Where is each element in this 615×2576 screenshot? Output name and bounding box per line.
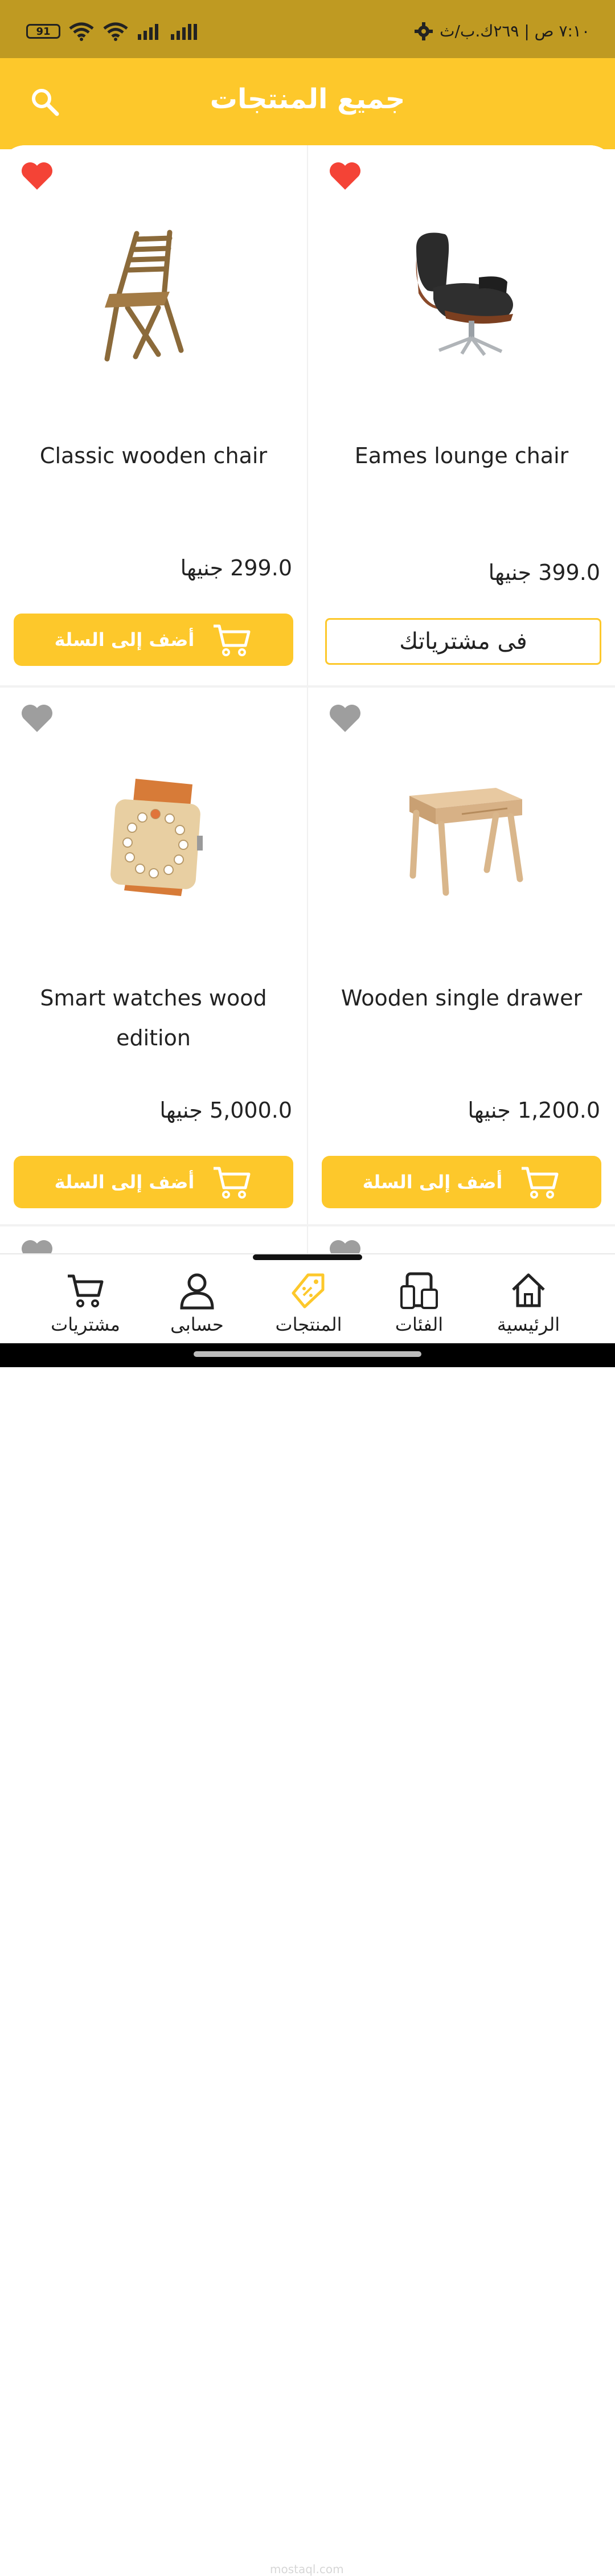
- nav-label: حسابى: [170, 1314, 224, 1335]
- nav-item-purchases[interactable]: مشتريات: [34, 1270, 137, 1335]
- status-icons: 91: [26, 22, 198, 41]
- add-to-cart-button[interactable]: أضف إلى السلة: [14, 614, 293, 666]
- product-name: Smart watches wood edition: [40, 986, 267, 1050]
- bottom-nav: الرئيسية الفئات المنتجات حسابى مشتريات m…: [0, 1253, 615, 2576]
- status-bar: 91 ٧:١٠ ص | ٢٦٩ك.ب/ث: [0, 0, 615, 58]
- nav-item-home[interactable]: الرئيسية: [477, 1270, 580, 1335]
- search-icon: [32, 89, 59, 116]
- tag-icon: [292, 1273, 325, 1309]
- heart-icon[interactable]: [20, 704, 54, 733]
- wood-watch-icon: [110, 779, 203, 896]
- heart-icon[interactable]: [329, 704, 362, 733]
- product-card[interactable]: Smart watches wood edition 5,000.0 جنيها…: [0, 688, 307, 1223]
- gesture-indicator: [253, 1254, 362, 1260]
- product-image[interactable]: [376, 208, 547, 379]
- heart-icon[interactable]: [20, 161, 54, 191]
- signal-icon: [138, 24, 158, 40]
- system-nav-bar: [0, 1343, 615, 1367]
- product-price: 299.0 جنيها: [180, 555, 292, 580]
- add-to-cart-label: أضف إلى السلة: [362, 1171, 503, 1193]
- signal-icon: [171, 24, 197, 40]
- product-card[interactable]: Wooden single drawer 1,200.0 جنيها أضف إ…: [308, 688, 615, 1223]
- cart-icon: [214, 1167, 251, 1199]
- cart-icon: [68, 1274, 104, 1307]
- home-icon: [512, 1273, 545, 1307]
- product-name: Classic wooden chair: [39, 443, 268, 468]
- nav-item-account[interactable]: حسابى: [146, 1270, 248, 1335]
- product-image[interactable]: [376, 750, 547, 921]
- product-name: Wooden single drawer: [341, 986, 583, 1011]
- nav-item-products[interactable]: المنتجات: [257, 1270, 360, 1335]
- in-purchases-button[interactable]: فى مشترياتك: [325, 618, 601, 665]
- battery-icon: 91: [26, 24, 60, 39]
- heart-icon[interactable]: [329, 161, 362, 191]
- nav-label: المنتجات: [275, 1314, 342, 1335]
- devices-icon: [400, 1272, 438, 1309]
- nav-label: الفئات: [395, 1314, 444, 1335]
- product-image[interactable]: [67, 750, 238, 921]
- status-time: ٧:١٠ ص | ٢٦٩ك.ب/ث: [440, 22, 590, 40]
- wooden-table-icon: [409, 788, 523, 896]
- nav-label: مشتريات: [51, 1314, 120, 1335]
- product-price: 1,200.0 جنيها: [468, 1098, 600, 1123]
- cart-icon: [214, 624, 251, 656]
- watermark: mostaql.com: [270, 2562, 344, 2576]
- product-image[interactable]: [67, 208, 238, 379]
- battery-level: 91: [36, 25, 51, 38]
- add-to-cart-label: أضف إلى السلة: [54, 1171, 195, 1193]
- lounge-chair-icon: [416, 232, 513, 356]
- product-card[interactable]: Classic wooden chair 299.0 جنيها أضف إلى…: [0, 145, 307, 684]
- user-icon: [180, 1273, 214, 1310]
- wifi-icon: [103, 22, 128, 41]
- row-divider: [0, 1224, 615, 1226]
- add-to-cart-button[interactable]: أضف إلى السلة: [14, 1156, 293, 1208]
- nav-label: الرئيسية: [497, 1314, 560, 1335]
- heart-icon[interactable]: [329, 1239, 362, 1253]
- add-to-cart-button[interactable]: أضف إلى السلة: [322, 1156, 601, 1208]
- home-gesture-pill[interactable]: [194, 1351, 421, 1357]
- product-list[interactable]: Eames lounge chair 399.0 جنيها فى مشتريا…: [0, 145, 615, 1253]
- heart-icon[interactable]: [20, 1239, 54, 1253]
- wifi-icon: [69, 22, 94, 41]
- status-info: ٧:١٠ ص | ٢٦٩ك.ب/ث: [415, 22, 590, 40]
- search-button[interactable]: [25, 82, 65, 122]
- page-title: جميع المنتجات: [210, 83, 405, 115]
- product-card[interactable]: Eames lounge chair 399.0 جنيها فى مشتريا…: [308, 145, 615, 684]
- cart-icon: [522, 1167, 559, 1199]
- product-price: 5,000.0 جنيها: [159, 1098, 292, 1123]
- wooden-chair-icon: [104, 230, 184, 362]
- add-to-cart-label: أضف إلى السلة: [54, 629, 195, 651]
- product-price: 399.0 جنيها: [488, 560, 600, 585]
- app-bar: جميع المنتجات: [0, 58, 615, 149]
- nav-item-categories[interactable]: الفئات: [368, 1270, 470, 1335]
- product-name: Eames lounge chair: [354, 443, 569, 468]
- gear-icon: [415, 22, 433, 40]
